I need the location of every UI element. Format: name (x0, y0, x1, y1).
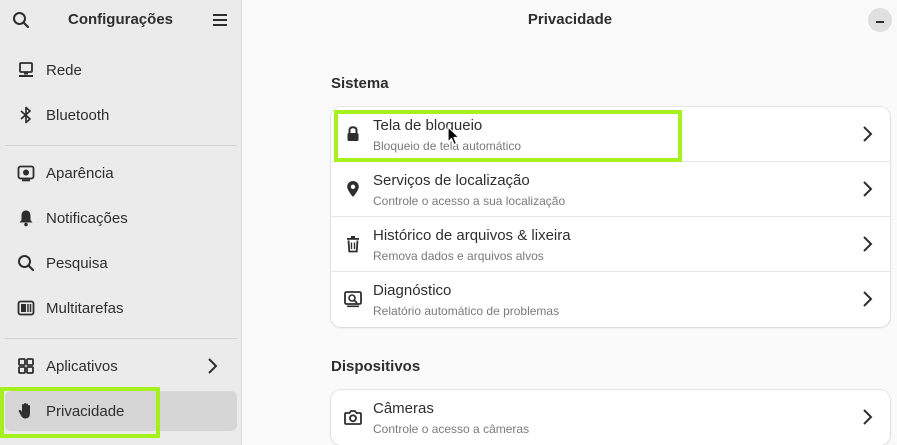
bluetooth-icon (16, 105, 36, 125)
row-file-history-trash[interactable]: Histórico de arquivos & lixeira Remova d… (331, 217, 890, 272)
multitasking-icon (16, 298, 36, 318)
sidebar-item-label: Bluetooth (46, 106, 110, 124)
location-pin-icon (344, 180, 362, 198)
chevron-right-icon (208, 358, 218, 374)
chevron-right-icon (863, 181, 873, 197)
bell-icon (16, 208, 36, 228)
row-lock-screen[interactable]: Tela de bloqueio Bloqueio de tela automá… (331, 107, 890, 162)
row-title: Tela de bloqueio (373, 117, 483, 134)
sidebar-item-privacidade[interactable]: Privacidade (5, 391, 237, 431)
sidebar-item-label: Notificações (46, 209, 128, 227)
row-diagnostics[interactable]: Diagnóstico Relatório automático de prob… (331, 272, 890, 327)
sidebar-item-label: Multitarefas (46, 299, 124, 317)
page-title: Privacidade (527, 11, 613, 28)
sidebar-item-rede[interactable]: Rede (5, 50, 237, 90)
row-title: Serviços de localização (373, 172, 530, 189)
trash-icon (344, 235, 362, 253)
sidebar: Configurações Rede Bluetooth Aparência N… (0, 0, 242, 445)
sidebar-item-label: Aparência (46, 164, 114, 182)
section-title-sistema: Sistema (331, 75, 389, 92)
search-icon (16, 253, 36, 273)
hand-icon (16, 401, 36, 421)
row-subtitle: Remova dados e arquivos alvos (373, 249, 544, 263)
row-subtitle: Relatório automático de problemas (373, 304, 560, 318)
diagnostics-icon (344, 290, 362, 308)
row-subtitle: Controle o acesso a câmeras (373, 422, 530, 436)
row-title: Câmeras (373, 400, 434, 417)
hamburger-menu-icon[interactable] (210, 10, 230, 30)
row-location-services[interactable]: Serviços de localização Controle o acess… (331, 162, 890, 217)
lock-icon (344, 125, 362, 143)
sidebar-separator (5, 338, 237, 339)
sidebar-item-pesquisa[interactable]: Pesquisa (5, 243, 237, 283)
chevron-right-icon (863, 236, 873, 252)
chevron-right-icon (863, 126, 873, 142)
row-title: Histórico de arquivos & lixeira (373, 227, 571, 244)
sidebar-item-bluetooth[interactable]: Bluetooth (5, 95, 237, 135)
sidebar-header: Configurações (0, 0, 241, 40)
sidebar-separator (5, 145, 237, 146)
sidebar-item-aparencia[interactable]: Aparência (5, 153, 237, 193)
sidebar-item-label: Pesquisa (46, 254, 108, 272)
sidebar-item-multitarefas[interactable]: Multitarefas (5, 288, 237, 328)
system-privacy-list: Tela de bloqueio Bloqueio de tela automá… (331, 107, 890, 327)
row-title: Diagnóstico (373, 282, 452, 299)
sidebar-title: Configurações (67, 11, 173, 28)
chevron-right-icon (863, 409, 873, 425)
section-title-dispositivos: Dispositivos (331, 358, 421, 375)
sidebar-item-label: Aplicativos (46, 357, 118, 375)
sidebar-item-label: Privacidade (46, 402, 125, 420)
row-subtitle: Controle o acesso a sua localização (373, 194, 566, 208)
camera-icon (344, 408, 362, 426)
sidebar-item-label: Rede (46, 61, 82, 79)
network-icon (16, 60, 36, 80)
row-cameras[interactable]: Câmeras Controle o acesso a câmeras (331, 390, 890, 445)
apps-grid-icon (16, 356, 36, 376)
appearance-icon (16, 163, 36, 183)
row-subtitle: Bloqueio de tela automático (373, 139, 522, 153)
main-content: Privacidade Sistema Tela de bloqueio Blo… (243, 0, 897, 445)
minimize-button[interactable] (868, 8, 892, 32)
chevron-right-icon (863, 291, 873, 307)
devices-privacy-list: Câmeras Controle o acesso a câmeras (331, 390, 890, 445)
sidebar-item-aplicativos[interactable]: Aplicativos (5, 346, 237, 386)
sidebar-item-notificacoes[interactable]: Notificações (5, 198, 237, 238)
